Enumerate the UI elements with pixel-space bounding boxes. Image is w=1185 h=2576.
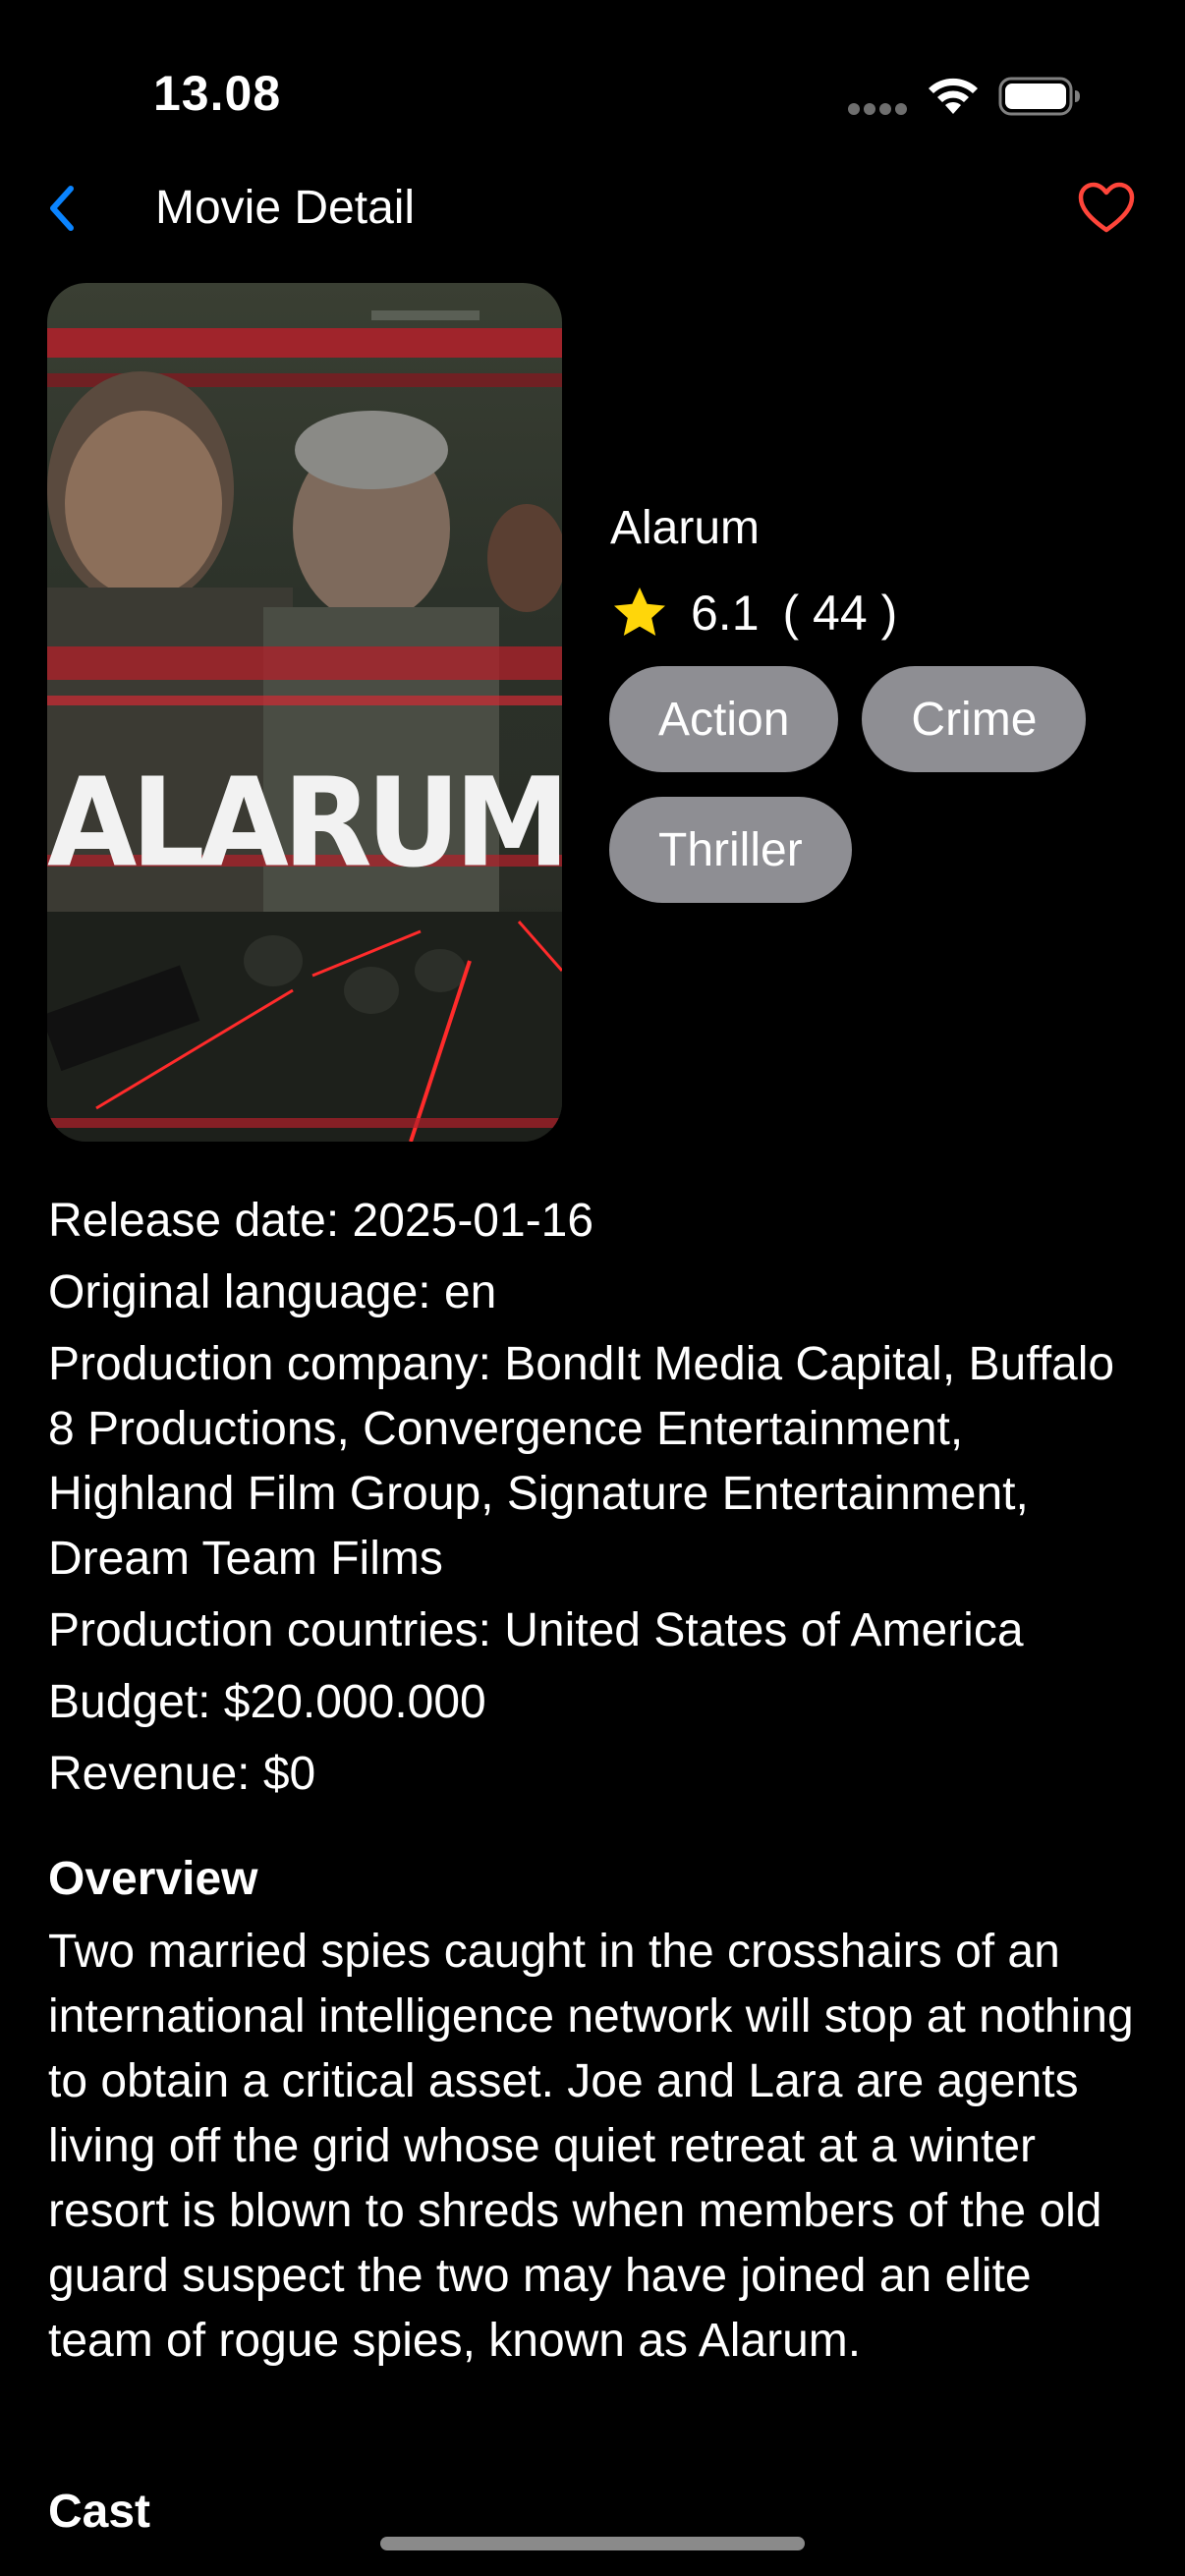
cast-heading: Cast <box>48 2486 151 2538</box>
movie-details: Release date: 2025-01-16 Original langua… <box>48 1189 1149 1814</box>
original-language: Original language: en <box>48 1266 497 1318</box>
rating-row: 6.1 ( 44 ) <box>610 582 897 644</box>
poster-artwork <box>47 310 562 1142</box>
cellular-signal-icon <box>848 103 907 115</box>
production-company: Production company: BondIt Media Capital… <box>48 1338 1115 1585</box>
genre-chip-thriller[interactable]: Thriller <box>609 797 852 903</box>
vote-count: ( 44 ) <box>782 586 898 641</box>
heart-outline-icon <box>1078 182 1135 233</box>
genre-list: Action Crime Thriller <box>609 666 1140 903</box>
genre-chip-action[interactable]: Action <box>609 666 839 772</box>
status-time: 13.08 <box>153 66 282 121</box>
release-date: Release date: 2025-01-16 <box>48 1195 594 1247</box>
overview-heading: Overview <box>48 1853 258 1905</box>
revenue: Revenue: $0 <box>48 1748 316 1800</box>
overview-text: Two married spies caught in the crosshai… <box>48 1926 1134 2367</box>
chevron-left-icon <box>50 186 74 231</box>
battery-icon <box>998 77 1080 116</box>
movie-title: Alarum <box>610 502 761 554</box>
star-icon <box>614 588 665 636</box>
budget: Budget: $20.000.000 <box>48 1676 486 1728</box>
status-bar: 13.08 <box>0 0 1185 187</box>
wifi-icon <box>929 78 978 114</box>
back-button[interactable] <box>43 179 83 238</box>
navigation-bar: Movie Detail <box>0 167 1185 250</box>
production-countries: Production countries: United States of A… <box>48 1604 1024 1656</box>
rating-value: 6.1 <box>691 586 760 641</box>
page-title: Movie Detail <box>155 182 416 234</box>
movie-poster: ALARUM <box>47 283 562 1142</box>
favorite-button[interactable] <box>1077 181 1136 236</box>
genre-chip-crime[interactable]: Crime <box>862 666 1087 772</box>
poster-title-text: ALARUM <box>47 750 562 895</box>
home-indicator[interactable] <box>380 2537 805 2550</box>
